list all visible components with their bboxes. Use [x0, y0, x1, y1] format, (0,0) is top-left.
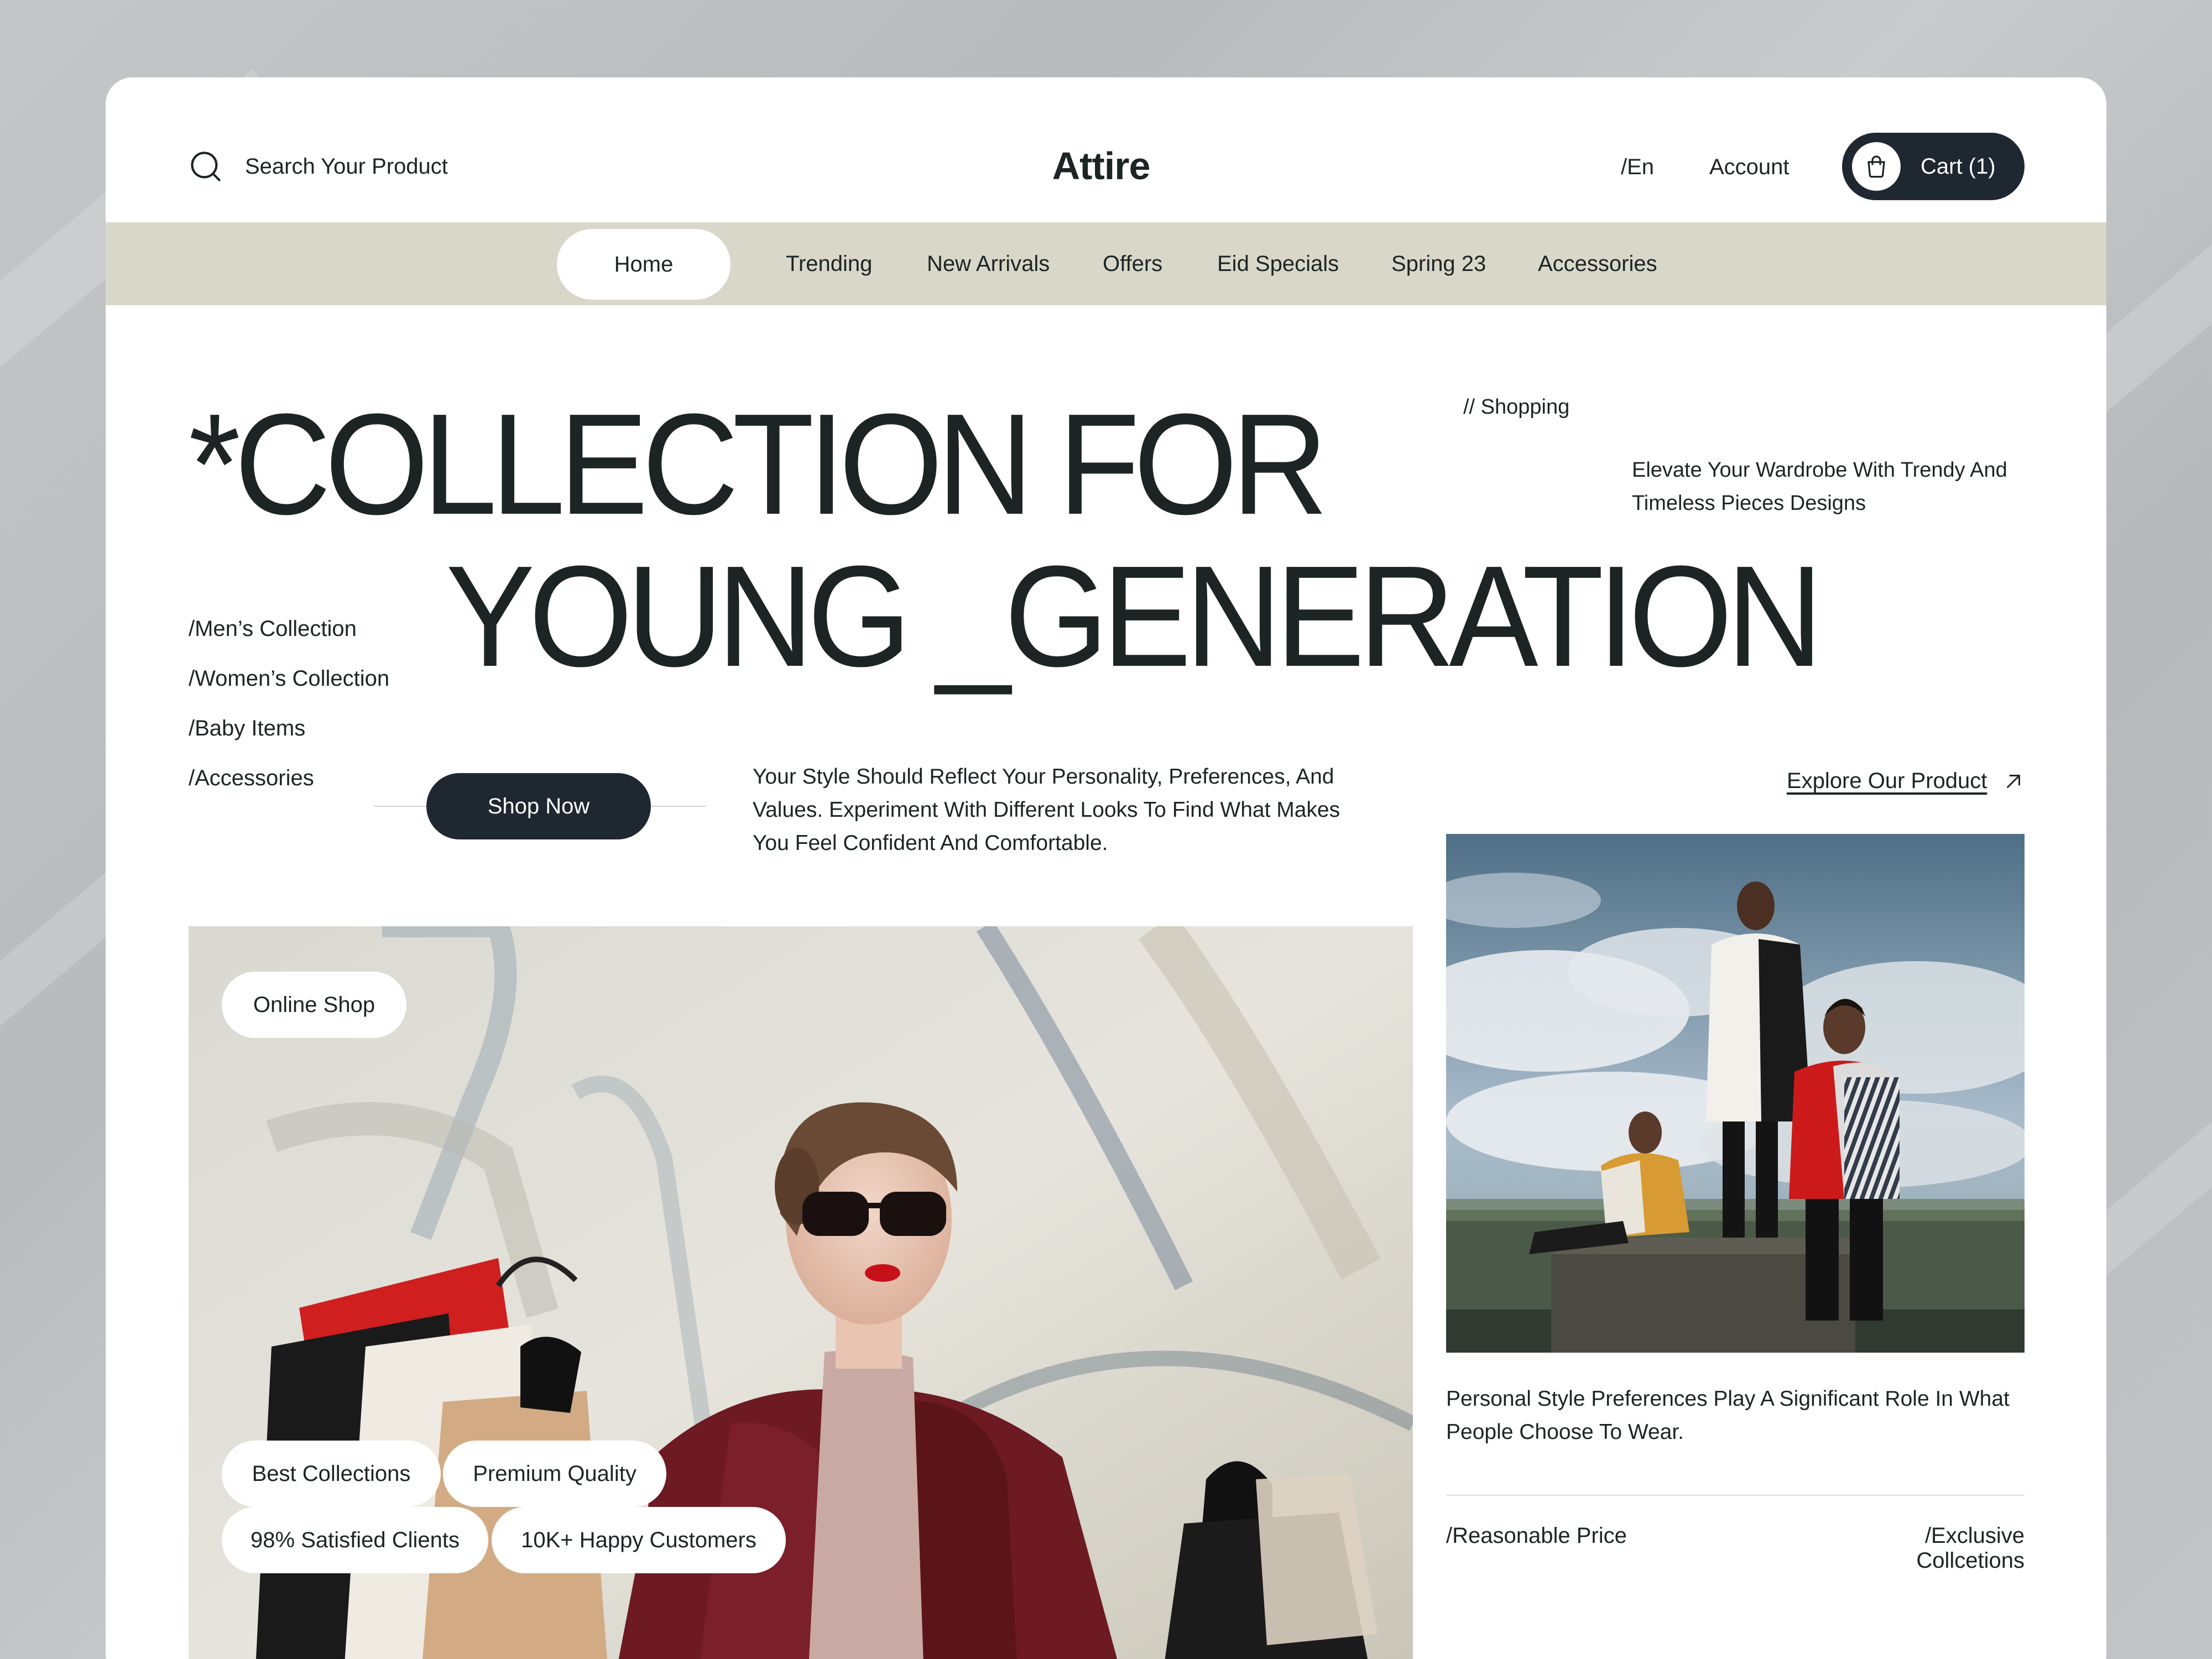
reasonable-price-label: /Reasonable Price [1446, 1524, 1627, 1548]
side-photo-men-outdoors [1446, 834, 2025, 1353]
exclusive-collections-label: /Exclusive Collcetions [1916, 1524, 2025, 1573]
hero-headline-line1: *COLLECTION FOR [189, 384, 1328, 545]
personal-style-text: Personal Style Preferences Play A Signif… [1446, 1387, 2010, 1444]
search-input[interactable]: Search Your Product [245, 154, 448, 179]
tab-spring-23[interactable]: Spring 23 [1391, 222, 1486, 305]
page-card: Search Your Product Attire /En Account C… [106, 77, 2106, 1659]
collection-link-accessories[interactable]: /Accessories [189, 766, 314, 791]
hero-photo-woman-shopping: Online Shop Best Collections Premium Qua… [189, 926, 1413, 1659]
search-bar[interactable]: Search Your Product [189, 149, 448, 184]
account-link[interactable]: Account [1709, 155, 1790, 180]
shopping-tag: // Shopping [1463, 395, 1570, 419]
men-outdoors-image [1446, 834, 2025, 1353]
cart-label: Cart (1) [1921, 154, 1996, 179]
tab-eid-specials[interactable]: Eid Specials [1217, 222, 1339, 305]
satisfied-clients-pill: 98% Satisfied Clients [222, 1507, 488, 1573]
arrow-up-right-icon [2007, 774, 2021, 788]
shop-now-button[interactable]: Shop Now [426, 773, 651, 839]
collection-link-men[interactable]: /Men’s Collection [189, 617, 357, 641]
tab-offers[interactable]: Offers [1103, 222, 1162, 305]
search-icon [191, 152, 221, 181]
happy-customers-pill: 10K+ Happy Customers [492, 1507, 786, 1573]
tab-trending[interactable]: Trending [786, 222, 872, 305]
brand-logo[interactable]: Attire [985, 144, 1217, 188]
best-collections-pill: Best Collections [222, 1441, 441, 1507]
tab-home[interactable]: Home [557, 229, 731, 300]
main-nav: Home Trending New Arrivals Offers Eid Sp… [106, 222, 2106, 305]
shopping-bag-icon [1852, 142, 1901, 191]
language-selector[interactable]: /En [1621, 155, 1654, 180]
hero-headline-line2: YOUNG _GENERATION [446, 536, 1823, 697]
cart-button[interactable]: Cart (1) [1842, 133, 2025, 200]
style-description: Your Style Should Reflect Your Personali… [753, 765, 1340, 855]
explore-label: Explore Our Product [1787, 769, 1987, 793]
tab-accessories[interactable]: Accessories [1538, 222, 1657, 305]
online-shop-badge: Online Shop [222, 972, 406, 1038]
tab-new-arrivals[interactable]: New Arrivals [927, 222, 1050, 305]
premium-quality-pill: Premium Quality [443, 1441, 666, 1507]
collection-link-baby[interactable]: /Baby Items [189, 716, 305, 741]
collection-link-women[interactable]: /Women’s Collection [189, 666, 389, 691]
hero-tagline: Elevate Your Wardrobe With Trendy And Ti… [1632, 458, 2007, 515]
section-divider [1446, 1495, 2025, 1496]
explore-product-link[interactable]: Explore Our Product [1787, 769, 2023, 794]
